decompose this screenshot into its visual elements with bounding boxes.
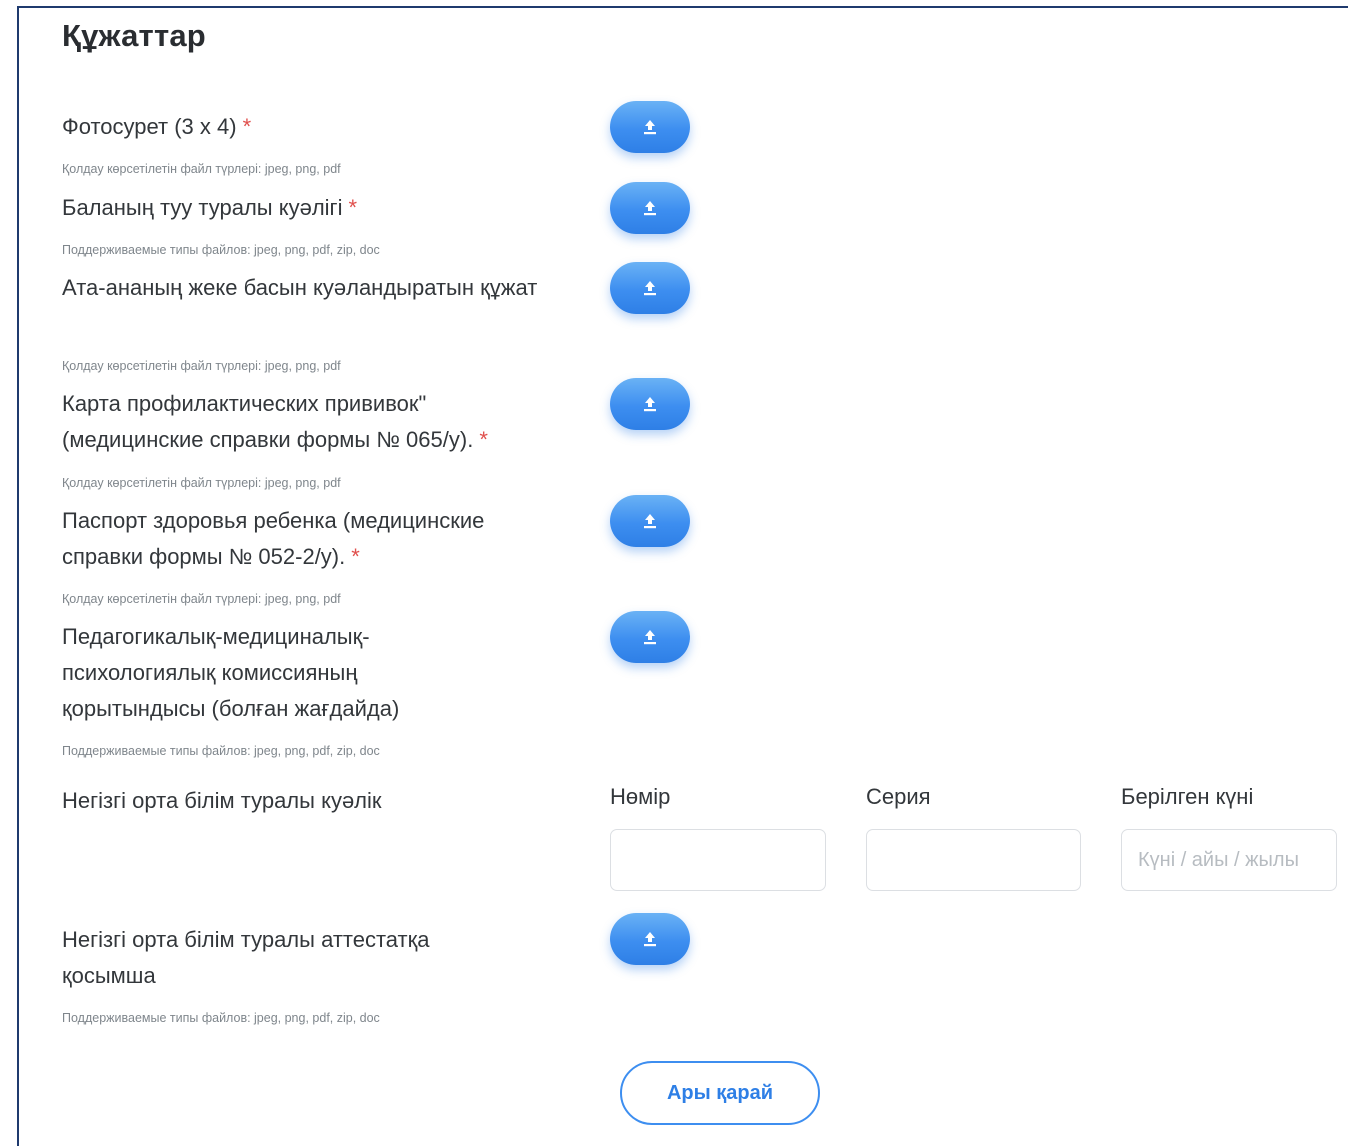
upload-icon xyxy=(644,120,656,135)
issue-date-input[interactable] xyxy=(1121,829,1337,891)
required-mark: * xyxy=(479,427,488,452)
document-label-vaccination-card: Карта профилактических прививок" (медици… xyxy=(62,391,488,452)
document-label-photo: Фотосурет (3 x 4) * xyxy=(62,114,252,139)
file-types-hint: Поддерживаемые типы файлов: jpeg, png, p… xyxy=(62,1011,380,1025)
document-label-pmpc-conclusion: Педагогикалық-медициналық-психологиялық … xyxy=(62,624,400,721)
upload-button-parent-id[interactable] xyxy=(610,262,690,314)
file-types-hint: Қолдау көрсетілетін файл түрлері: jpeg, … xyxy=(62,476,341,490)
upload-button-vaccination-card[interactable] xyxy=(610,378,690,430)
certificate-number-input[interactable] xyxy=(610,829,826,891)
upload-button-attestat-attachment[interactable] xyxy=(610,913,690,965)
upload-icon xyxy=(644,932,656,947)
number-label: Нөмір xyxy=(610,784,671,809)
upload-button-health-passport[interactable] xyxy=(610,495,690,547)
series-label: Серия xyxy=(866,784,931,809)
required-mark: * xyxy=(351,544,360,569)
file-types-hint: Қолдау көрсетілетін файл түрлері: jpeg, … xyxy=(62,592,341,606)
document-label-health-passport: Паспорт здоровья ребенка (медицинские сп… xyxy=(62,508,485,569)
document-label-birth-certificate: Баланың туу туралы куәлігі * xyxy=(62,195,358,220)
required-mark: * xyxy=(348,195,358,220)
file-types-hint: Поддерживаемые типы файлов: jpeg, png, p… xyxy=(62,744,380,758)
certificate-label: Негізгі орта білім туралы куәлік xyxy=(62,788,382,813)
upload-icon xyxy=(644,281,656,296)
page-title: Құжаттар xyxy=(62,18,206,53)
attestat-attachment-label: Негізгі орта білім туралы аттестатқа қос… xyxy=(62,927,430,988)
upload-button-photo[interactable] xyxy=(610,101,690,153)
issue-date-label: Берілген күні xyxy=(1121,784,1254,809)
upload-icon xyxy=(644,201,656,216)
file-types-hint: Қолдау көрсетілетін файл түрлері: jpeg, … xyxy=(62,359,341,373)
required-mark: * xyxy=(242,114,252,139)
file-types-hint: Қолдау көрсетілетін файл түрлері: jpeg, … xyxy=(62,162,341,176)
upload-icon xyxy=(644,630,656,645)
next-button[interactable]: Ары қарай xyxy=(620,1061,820,1125)
file-types-hint: Поддерживаемые типы файлов: jpeg, png, p… xyxy=(62,243,380,257)
document-label-parent-id: Ата-ананың жеке басын куәландыратын құжа… xyxy=(62,275,538,300)
certificate-series-input[interactable] xyxy=(866,829,1081,891)
upload-icon xyxy=(644,397,656,412)
upload-button-pmpc-conclusion[interactable] xyxy=(610,611,690,663)
upload-button-birth-certificate[interactable] xyxy=(610,182,690,234)
upload-icon xyxy=(644,514,656,529)
